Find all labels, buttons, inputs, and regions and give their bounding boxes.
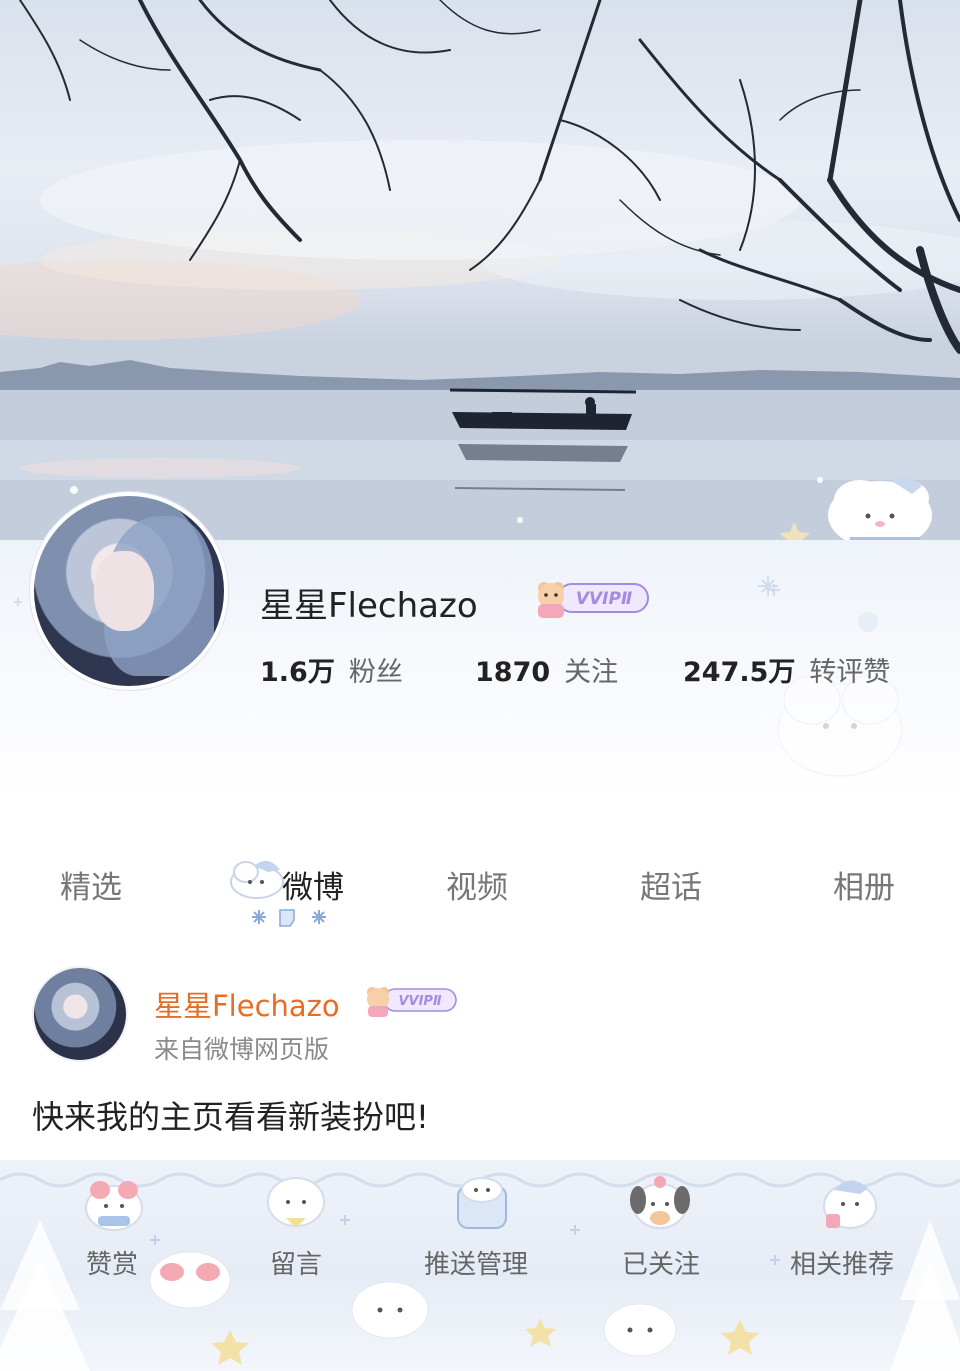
profile-username: 星星Flechazo (260, 586, 478, 626)
stat-reposts-comments-likes[interactable]: 247.5万 转评赞 (683, 650, 890, 689)
cloud-mascot-icon (230, 860, 284, 899)
bottom-followed[interactable]: 已关注 (622, 1244, 700, 1281)
tab-supertopic[interactable]: 超话 (640, 862, 702, 907)
push-manage-icon[interactable] (448, 1172, 516, 1234)
tab-weibo[interactable]: 微博 (282, 862, 344, 907)
cover-landscape (0, 0, 960, 560)
vvip-badge-icon[interactable]: VVIPⅡ (528, 574, 652, 620)
avatar-face (94, 551, 154, 631)
stat-fans[interactable]: 1.6万 粉丝 (260, 650, 403, 689)
active-tab-indicator (252, 909, 326, 927)
bottom-related-recommend[interactable]: 相关推荐 (790, 1244, 894, 1281)
followed-icon[interactable] (626, 1172, 694, 1234)
post-content[interactable]: 快来我的主页看看新装扮吧! (32, 1092, 429, 1138)
bottom-comment[interactable]: 留言 (270, 1244, 322, 1281)
svg-text:VVIPⅡ: VVIPⅡ (398, 994, 441, 1009)
vvip-badge-icon[interactable]: VVIPⅡ (360, 980, 458, 1018)
related-recommend-icon[interactable] (816, 1172, 884, 1234)
post-author-name[interactable]: 星星Flechazo (154, 983, 340, 1025)
stat-following[interactable]: 1870 关注 (475, 650, 618, 689)
post-source: 来自微博网页版 (154, 1035, 330, 1064)
reward-icon[interactable] (80, 1172, 148, 1234)
bottom-push-manage[interactable]: 推送管理 (424, 1244, 528, 1281)
tab-album[interactable]: 相册 (833, 862, 895, 907)
weibo-profile-page: 星星Flechazo VVIPⅡ 1.6万 粉丝 1870 关注 247.5万 转评赞… (0, 0, 960, 1371)
tab-featured[interactable]: 精选 (60, 862, 122, 907)
profile-tabs: 精选 微博 视频 超话 相册 (0, 840, 960, 930)
profile-stats: 1.6万 粉丝 1870 关注 247.5万 转评赞 (0, 650, 960, 694)
bear-mascot-icon (367, 987, 389, 1017)
comment-icon[interactable] (262, 1172, 330, 1234)
cover-image[interactable] (0, 0, 960, 560)
tab-video[interactable]: 视频 (446, 862, 508, 907)
bear-mascot-icon (538, 582, 564, 618)
post-author-avatar[interactable] (32, 966, 128, 1062)
svg-text:VVIPⅡ: VVIPⅡ (576, 589, 632, 609)
bottom-reward[interactable]: 赞赏 (86, 1244, 138, 1281)
